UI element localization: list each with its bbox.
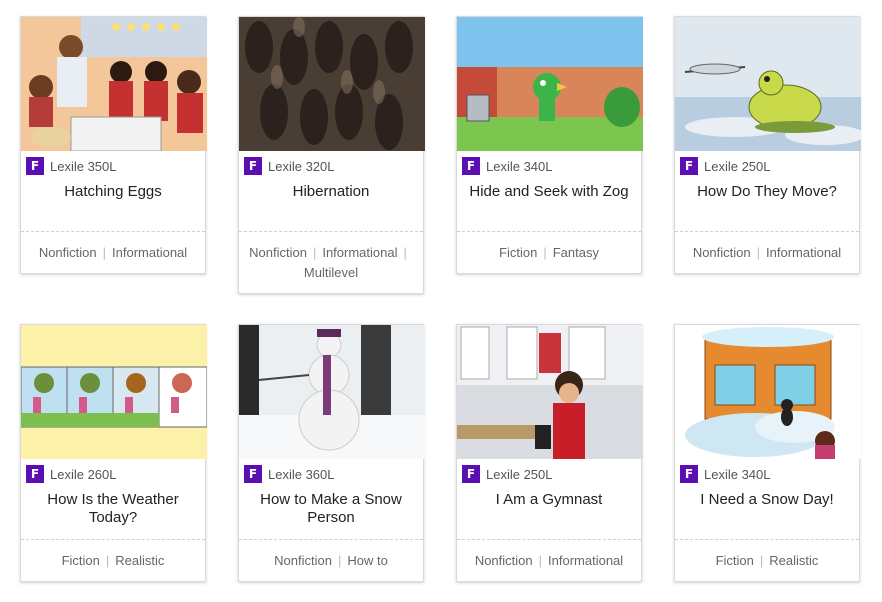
level-badge: F [244, 465, 262, 483]
book-card[interactable]: F Lexile 250L I Am a Gymnast Nonfiction |… [456, 324, 643, 582]
book-title[interactable]: How Do They Move? [683, 183, 851, 201]
genre-tag: Nonfiction [692, 245, 751, 260]
book-cover-image[interactable] [675, 17, 861, 151]
genre-tags: Nonfiction | Informational [681, 243, 853, 263]
genre-tag: Nonfiction [274, 553, 332, 568]
book-cover-image[interactable] [457, 325, 643, 459]
genre-tag: Fiction [499, 245, 538, 260]
separator: | [759, 553, 764, 568]
genre-tag: Realistic [769, 553, 819, 568]
book-meta: F Lexile 250L [462, 464, 553, 484]
genre-tags: Fiction | Fantasy [463, 243, 635, 263]
book-card[interactable]: F Lexile 250L How Do They Move? Nonficti… [674, 16, 861, 274]
genre-tags: Fiction | Realistic [681, 551, 853, 571]
separator: | [756, 245, 761, 260]
level-badge: F [462, 465, 480, 483]
book-title[interactable]: Hatching Eggs [29, 183, 197, 201]
book-cover-image[interactable] [21, 325, 207, 459]
lexile-label: Lexile 320L [268, 158, 335, 174]
lexile-label: Lexile 260L [50, 466, 117, 482]
book-card[interactable]: F Lexile 340L I Need a Snow Day! Fiction… [674, 324, 861, 582]
book-meta: F Lexile 320L [244, 156, 335, 176]
separator: | [337, 553, 342, 568]
book-cover-image[interactable] [675, 325, 861, 459]
genre-tag: Nonfiction [474, 553, 533, 568]
genre-tags: Nonfiction | Informational [27, 243, 199, 263]
book-meta: F Lexile 250L [680, 156, 771, 176]
book-title[interactable]: I Am a Gymnast [465, 491, 633, 509]
book-title[interactable]: How Is the Weather Today? [29, 491, 197, 527]
book-cover-image[interactable] [457, 17, 643, 151]
separator: | [312, 245, 317, 260]
lexile-label: Lexile 250L [704, 158, 771, 174]
separator: | [543, 245, 547, 260]
separator: | [538, 553, 543, 568]
book-title[interactable]: I Need a Snow Day! [683, 491, 851, 509]
divider [675, 539, 859, 540]
book-card[interactable]: F Lexile 320L Hibernation Nonfiction | Inf… [238, 16, 425, 294]
book-title[interactable]: Hibernation [247, 183, 415, 201]
book-title[interactable]: Hide and Seek with Zog [465, 183, 633, 201]
lexile-label: Lexile 350L [50, 158, 117, 174]
separator: | [403, 245, 407, 260]
genre-tag: How to [347, 553, 388, 568]
book-meta: F Lexile 360L [244, 464, 335, 484]
book-title[interactable]: How to Make a Snow Person [247, 491, 415, 527]
divider [21, 539, 205, 540]
genre-tag: Realistic [115, 553, 165, 568]
genre-tag: Informational [112, 245, 188, 260]
lexile-label: Lexile 250L [486, 466, 553, 482]
book-meta: F Lexile 350L [26, 156, 117, 176]
lexile-label: Lexile 340L [486, 158, 553, 174]
book-cover-image[interactable] [239, 17, 425, 151]
book-meta: F Lexile 340L [680, 464, 771, 484]
book-grid: F Lexile 350L Hatching Eggs Nonfiction | I… [0, 0, 882, 602]
book-cover-image[interactable] [239, 325, 425, 459]
genre-tag: Fiction [61, 553, 100, 568]
level-badge: F [680, 465, 698, 483]
genre-tags: Fiction | Realistic [27, 551, 199, 571]
genre-tag: Multilevel [303, 265, 359, 280]
divider [457, 539, 641, 540]
book-card[interactable]: F Lexile 360L How to Make a Snow Person … [238, 324, 425, 582]
genre-tag: Informational [322, 245, 398, 260]
divider [675, 231, 859, 232]
book-card[interactable]: F Lexile 260L How Is the Weather Today? … [20, 324, 207, 582]
divider [21, 231, 205, 232]
divider [239, 231, 423, 232]
divider [239, 539, 423, 540]
genre-tags: Nonfiction | Informational | Multilevel [245, 243, 417, 283]
book-meta: F Lexile 340L [462, 156, 553, 176]
divider [457, 231, 641, 232]
genre-tag: Fantasy [552, 245, 599, 260]
genre-tag: Fiction [715, 553, 754, 568]
genre-tag: Nonfiction [249, 245, 307, 260]
genre-tag: Informational [766, 245, 842, 260]
lexile-label: Lexile 360L [268, 466, 335, 482]
genre-tag: Informational [548, 553, 624, 568]
lexile-label: Lexile 340L [704, 466, 771, 482]
separator: | [102, 245, 107, 260]
level-badge: F [462, 157, 480, 175]
level-badge: F [26, 465, 44, 483]
book-card[interactable]: F Lexile 340L Hide and Seek with Zog Fic… [456, 16, 643, 274]
book-cover-image[interactable] [21, 17, 207, 151]
level-badge: F [680, 157, 698, 175]
genre-tag: Nonfiction [38, 245, 97, 260]
book-card[interactable]: F Lexile 350L Hatching Eggs Nonfiction | I… [20, 16, 207, 274]
separator: | [105, 553, 110, 568]
level-badge: F [244, 157, 262, 175]
genre-tags: Nonfiction | How to [245, 551, 417, 571]
level-badge: F [26, 157, 44, 175]
book-meta: F Lexile 260L [26, 464, 117, 484]
genre-tags: Nonfiction | Informational [463, 551, 635, 571]
